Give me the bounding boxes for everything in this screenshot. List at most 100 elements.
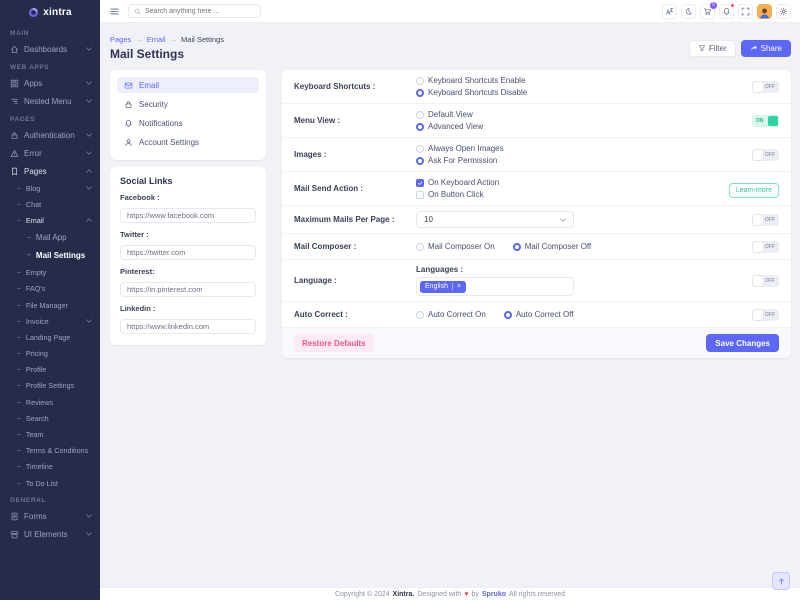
sidebar-item-label: Pages	[24, 167, 47, 176]
tag-close-icon[interactable]: ×	[452, 283, 461, 290]
toggle-switch-off[interactable]: OFF	[752, 275, 779, 287]
sidebar-item-team[interactable]: –Team	[0, 426, 100, 442]
breadcrumb-link-email[interactable]: Email	[147, 35, 166, 44]
sidebar-item-forms[interactable]: Forms	[0, 507, 100, 525]
save-changes-button[interactable]: Save Changes	[706, 334, 779, 352]
sidebar-item-ui-elements[interactable]: UI Elements	[0, 525, 100, 543]
radio-option-keyboard-shortcuts-enable[interactable]: Keyboard Shortcuts Enable	[416, 75, 744, 86]
language-tags-input[interactable]: English ×	[416, 277, 574, 296]
notifications-button[interactable]	[719, 4, 734, 19]
toggle-switch-off[interactable]: OFF	[752, 309, 779, 321]
sidebar-item-invoice[interactable]: –Invoice	[0, 313, 100, 329]
sidebar-item-label: To Do List	[26, 479, 58, 488]
sidebar-item-label: UI Elements	[24, 530, 68, 539]
radio-option-ask-for-permission[interactable]: Ask For Permission	[416, 155, 744, 166]
radio-icon	[504, 311, 512, 319]
toggle-switch-off[interactable]: OFF	[752, 149, 779, 161]
settings-row-control: 10	[416, 211, 744, 228]
sidebar-item-apps[interactable]: Apps	[0, 74, 100, 92]
toggle-knob	[753, 150, 763, 160]
select-maximum-mails-per-page[interactable]: 10	[416, 211, 574, 228]
toggle-switch-off[interactable]: OFF	[752, 214, 779, 226]
sidebar-item-blog[interactable]: –Blog	[0, 180, 100, 196]
hamburger-menu-button[interactable]	[109, 6, 120, 17]
sidebar-item-dashboards[interactable]: Dashboards	[0, 40, 100, 58]
lock-icon	[10, 131, 19, 140]
radio-option-auto-correct-off[interactable]: Auto Correct Off	[504, 309, 574, 320]
sidebar-item-terms-conditions[interactable]: –Terms & Conditions	[0, 443, 100, 459]
social-field-input-pinterest[interactable]	[120, 282, 256, 297]
sidebar-item-profile[interactable]: –Profile	[0, 362, 100, 378]
sidebar-item-to-do-list[interactable]: –To Do List	[0, 475, 100, 491]
sidebar-item-search[interactable]: –Search	[0, 410, 100, 426]
checkbox-option-on-keyboard-action[interactable]: On Keyboard Action	[416, 177, 721, 188]
user-avatar[interactable]	[757, 4, 772, 19]
sidebar-item-landing-page[interactable]: –Landing Page	[0, 329, 100, 345]
cart-button[interactable]: 5	[700, 4, 715, 19]
settings-row-keyboard-shortcuts: Keyboard Shortcuts : Keyboard Shortcuts …	[282, 70, 791, 104]
sidebar-item-label: Search	[26, 414, 49, 423]
radio-option-mail-composer-on[interactable]: Mail Composer On	[416, 241, 495, 252]
social-field-input-twitter[interactable]	[120, 245, 256, 260]
radio-option-default-view[interactable]: Default View	[416, 109, 744, 120]
sidebar-item-authentication[interactable]: Authentication	[0, 126, 100, 144]
footer-company-link[interactable]: Spruko	[482, 591, 506, 598]
home-icon	[10, 45, 19, 54]
sidebar-item-reviews[interactable]: –Reviews	[0, 394, 100, 410]
radio-option-auto-correct-on[interactable]: Auto Correct On	[416, 309, 486, 320]
learn-more-button[interactable]: Learn-more	[729, 183, 779, 198]
share-button[interactable]: Share	[741, 40, 791, 57]
brand-logo-icon	[28, 7, 39, 18]
search-input[interactable]	[145, 8, 255, 15]
translate-button[interactable]	[662, 4, 677, 19]
toggle-switch-off[interactable]: OFF	[752, 81, 779, 93]
toggle-switch-on[interactable]: ON	[752, 115, 779, 127]
sidebar-item-label: Team	[26, 430, 44, 439]
topbar: 5	[100, 0, 800, 23]
radio-option-always-open-images[interactable]: Always Open Images	[416, 143, 744, 154]
sidebar-item-nested-menu[interactable]: Nested Menu	[0, 92, 100, 110]
social-links-title: Social Links	[120, 176, 256, 186]
restore-defaults-button[interactable]: Restore Defaults	[294, 334, 374, 352]
option-label: Mail Composer Off	[525, 241, 592, 252]
settings-switcher-button[interactable]	[776, 4, 791, 19]
breadcrumb-link-pages[interactable]: Pages	[110, 35, 131, 44]
dark-mode-button[interactable]	[681, 4, 696, 19]
sidebar-section-label: WEB APPS	[0, 58, 100, 74]
radio-option-advanced-view[interactable]: Advanced View	[416, 121, 744, 132]
settings-row-label: Menu View :	[294, 116, 416, 125]
sidebar-item-mail-settings[interactable]: –Mail Settings	[0, 247, 100, 265]
sidebar-item-pricing[interactable]: –Pricing	[0, 346, 100, 362]
settings-nav-email[interactable]: Email	[117, 77, 259, 93]
option-label: Mail Composer On	[428, 241, 495, 252]
brand-logo[interactable]: xintra	[0, 0, 100, 24]
tags-sublabel: Languages :	[416, 265, 744, 274]
sidebar-item-timeline[interactable]: –Timeline	[0, 459, 100, 475]
sidebar-item-error[interactable]: Error	[0, 144, 100, 162]
radio-option-keyboard-shortcuts-disable[interactable]: Keyboard Shortcuts Disable	[416, 87, 744, 98]
scroll-to-top-button[interactable]	[772, 572, 790, 590]
tag-english[interactable]: English ×	[420, 281, 466, 293]
sidebar-item-mail-app[interactable]: –Mail App	[0, 229, 100, 247]
settings-row-right: OFF	[752, 241, 779, 253]
social-field-input-facebook[interactable]	[120, 208, 256, 223]
sidebar-item-file-manager[interactable]: –File Manager	[0, 297, 100, 313]
sidebar-item-pages[interactable]: Pages	[0, 162, 100, 180]
radio-option-mail-composer-off[interactable]: Mail Composer Off	[513, 241, 592, 252]
filter-button[interactable]: Filter	[689, 40, 736, 57]
checkbox-option-on-button-click[interactable]: On Button Click	[416, 189, 721, 200]
sidebar-item-email[interactable]: –Email	[0, 212, 100, 228]
sidebar-item-faq-s[interactable]: –FAQ's	[0, 281, 100, 297]
settings-nav-security[interactable]: Security	[117, 96, 259, 112]
sidebar-item-label: File Manager	[26, 301, 68, 310]
social-field-input-linkedin[interactable]	[120, 319, 256, 334]
sidebar-item-profile-settings[interactable]: –Profile Settings	[0, 378, 100, 394]
settings-nav-account-settings[interactable]: Account Settings	[117, 134, 259, 150]
chevron-down-icon	[86, 47, 92, 51]
toggle-switch-off[interactable]: OFF	[752, 241, 779, 253]
sidebar-item-empty[interactable]: –Empty	[0, 265, 100, 281]
sidebar-item-chat[interactable]: –Chat	[0, 196, 100, 212]
settings-nav-notifications[interactable]: Notifications	[117, 115, 259, 131]
search-box[interactable]	[128, 4, 261, 18]
fullscreen-button[interactable]	[738, 4, 753, 19]
